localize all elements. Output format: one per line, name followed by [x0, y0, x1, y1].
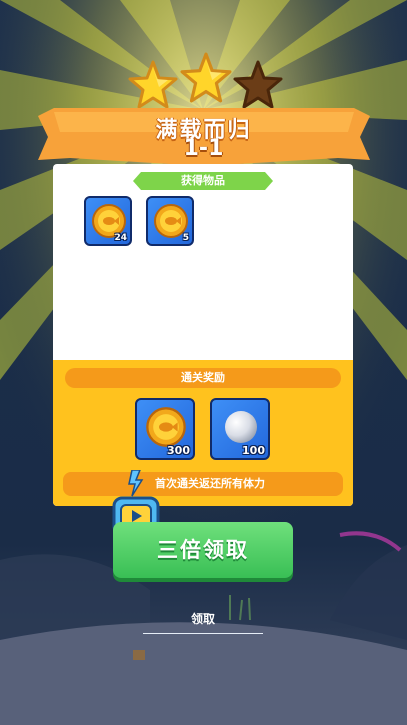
stars-rating: [128, 52, 283, 112]
result-panel: 获得物品 24 5 通关奖励 300 100 首次通关返还所有体力: [53, 164, 353, 506]
star-filled-icon: [128, 60, 178, 109]
pearl-icon: [225, 411, 257, 443]
gold-coin-icon: [146, 407, 186, 447]
reward-count: 100: [242, 444, 265, 457]
claim-button[interactable]: 领取: [143, 610, 263, 627]
item-count: 24: [114, 233, 127, 243]
obtained-item-coin[interactable]: 24: [84, 196, 132, 246]
triple-claim-button[interactable]: 三倍领取: [113, 522, 293, 578]
first-clear-tip-text: 首次通关返还所有体力: [155, 477, 265, 490]
item-count: 5: [182, 233, 189, 243]
clear-reward-section: 通关奖励 300 100 首次通关返还所有体力: [53, 360, 353, 506]
star-empty-icon: [233, 60, 283, 109]
obtained-items-label: 获得物品: [133, 172, 273, 190]
level-number: 1-1: [183, 136, 224, 161]
first-clear-tip: 首次通关返还所有体力: [63, 472, 343, 496]
reward-item-pearl[interactable]: 100: [210, 398, 270, 460]
star-filled-icon: [180, 52, 232, 103]
obtained-item-coin[interactable]: 5: [146, 196, 194, 246]
reward-item-coin[interactable]: 300: [135, 398, 195, 460]
clear-reward-label: 通关奖励: [65, 368, 341, 388]
reward-count: 300: [167, 444, 190, 457]
claim-underline: [143, 633, 263, 634]
